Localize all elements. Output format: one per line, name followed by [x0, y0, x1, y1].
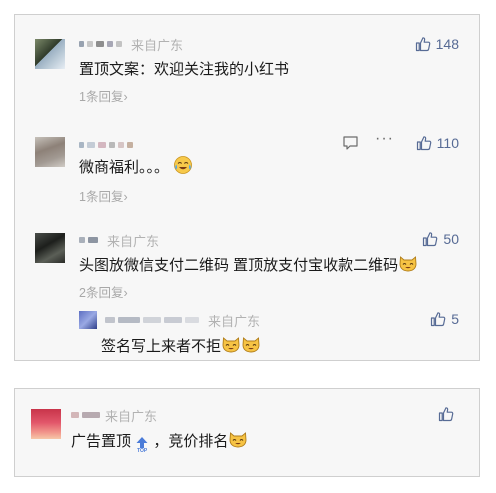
reply-author[interactable]: 来自广东: [105, 312, 261, 329]
chevron-right-icon: ›: [123, 190, 128, 204]
replies-link[interactable]: 1条回复›: [79, 186, 128, 205]
comment-text-body: 微商福利。。。: [79, 159, 170, 176]
top-badge-label: TOP: [137, 448, 148, 454]
top-arrow-icon: TOP: [136, 437, 148, 454]
like-count: 110: [436, 135, 459, 151]
reply-button[interactable]: [342, 135, 359, 156]
replies-count: 2条回复: [79, 286, 124, 300]
comment-location: 来自广东: [105, 408, 158, 424]
smile-cat-emoji: [221, 334, 241, 354]
like-count: 148: [435, 36, 459, 52]
comment-location: 来自广东: [131, 37, 184, 53]
reply-text: 签名写上来者不拒: [101, 334, 261, 356]
comment-text-body: 头图放微信支付二维码 置顶放支付宝收款二维码: [79, 257, 399, 274]
thumbs-up-icon: [430, 311, 446, 327]
like-count: 50: [443, 231, 459, 247]
replies-link[interactable]: 2条回复›: [79, 282, 128, 301]
comment-author[interactable]: 来自广东: [79, 232, 160, 249]
chevron-right-icon: ›: [123, 286, 128, 300]
comment-item: 来自广东 148 置顶文案：欢迎关注我的小红书 1条回复›: [15, 15, 479, 115]
thumbs-up-icon: [438, 406, 454, 422]
ad-comment-panel: 来自广东 广告置顶 TOP ，竞价排名: [14, 388, 480, 477]
like-button[interactable]: 50: [422, 231, 459, 247]
comment-item: ··· 110 微商福利。。。 1条回复›: [15, 115, 479, 215]
thumbs-up-icon: [416, 135, 432, 151]
comment-author[interactable]: [79, 137, 136, 153]
comment-text-body: 广告置顶: [71, 433, 132, 450]
avatar[interactable]: [35, 137, 65, 167]
comment-text: 广告置顶 TOP ，竞价排名: [71, 429, 248, 454]
like-button[interactable]: 110: [416, 135, 459, 151]
comments-panel: 来自广东 148 置顶文案：欢迎关注我的小红书 1条回复› ··· 110 微商…: [14, 14, 480, 361]
smile-cat-emoji: [241, 334, 261, 354]
comment-icon: [343, 136, 358, 150]
like-button[interactable]: 148: [415, 36, 459, 52]
comment-item: 来自广东 50 头图放微信支付二维码 置顶放支付宝收款二维码 2条回复› 来自广…: [15, 215, 479, 362]
replies-count: 1条回复: [79, 190, 124, 204]
comment-text-body: ，竞价排名: [153, 433, 229, 450]
comment-author[interactable]: 来自广东: [71, 407, 158, 424]
smile-cat-emoji: [398, 253, 418, 273]
comment-author[interactable]: 来自广东: [79, 36, 184, 53]
avatar[interactable]: [79, 311, 97, 329]
avatar[interactable]: [35, 233, 65, 263]
comment-text: 头图放微信支付二维码 置顶放支付宝收款二维码: [79, 253, 418, 275]
crying-emoji: [174, 156, 193, 174]
replies-link[interactable]: 1条回复›: [79, 86, 128, 105]
avatar[interactable]: [35, 39, 65, 69]
comment-item: 来自广东 广告置顶 TOP ，竞价排名: [15, 389, 479, 478]
more-icon[interactable]: ···: [375, 130, 394, 148]
like-count: 5: [451, 311, 459, 327]
reply-location: 来自广东: [208, 313, 261, 329]
comment-location: 来自广东: [107, 233, 160, 249]
reply-text-body: 签名写上来者不拒: [101, 338, 222, 355]
replies-count: 1条回复: [79, 90, 124, 104]
reply-item: 来自广东 5 签名写上来者不拒: [79, 309, 479, 359]
like-button[interactable]: [438, 406, 459, 422]
comment-text: 微商福利。。。: [79, 155, 193, 177]
comment-text: 置顶文案：欢迎关注我的小红书: [79, 61, 290, 78]
thumbs-up-icon: [422, 231, 438, 247]
smile-cat-emoji: [228, 429, 248, 449]
chevron-right-icon: ›: [123, 90, 128, 104]
thumbs-up-icon: [415, 36, 431, 52]
avatar[interactable]: [31, 409, 61, 439]
like-button[interactable]: 5: [430, 311, 459, 327]
